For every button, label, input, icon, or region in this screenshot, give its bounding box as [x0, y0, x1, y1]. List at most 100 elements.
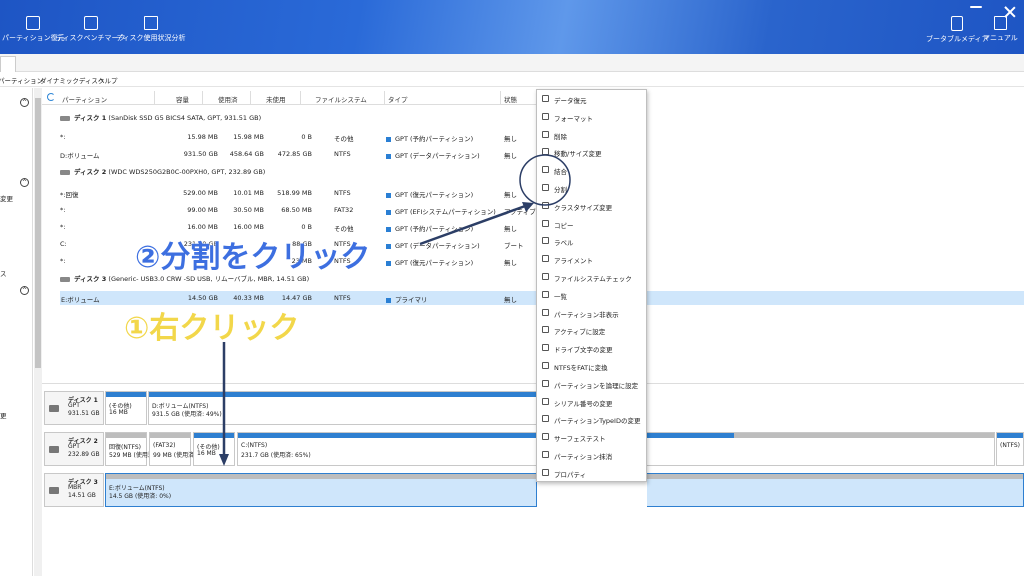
close-button[interactable] — [1004, 14, 1016, 21]
context-menu-label: パーティション抹消 — [554, 453, 613, 461]
disk-map-partition[interactable]: C:(NTFS) 231.7 GB (使用済: 65%) — [237, 432, 537, 466]
disk-map-partition-continued[interactable] — [647, 473, 1024, 507]
column-header[interactable]: 容量 — [176, 94, 189, 104]
align-icon — [542, 255, 549, 263]
minimize-icon — [970, 6, 982, 8]
context-menu-item[interactable]: 結合 — [537, 162, 648, 178]
refresh-icon[interactable] — [47, 93, 55, 101]
context-menu-label: アライメント — [554, 257, 593, 266]
column-header[interactable]: 状態 — [504, 94, 517, 104]
table-row[interactable]: *: 15.98 MB 15.98 MB 0 B その他 GPT (予約パーティ… — [60, 130, 537, 144]
context-menu-label: パーティション非表示 — [554, 310, 619, 319]
partition-type-icon — [386, 192, 391, 198]
context-menu-label: ラベル — [554, 239, 574, 248]
disk-map-partition[interactable]: (その他) 16 MB — [193, 432, 235, 466]
context-menu-item[interactable]: サーフェステスト — [537, 429, 648, 445]
context-menu-label: パーティションTypeIDの変更 — [554, 417, 641, 426]
disk-map-disk[interactable]: ディスク 2 GPT 232.89 GB — [44, 432, 104, 466]
context-menu-item[interactable]: プロパティ — [537, 465, 648, 481]
context-menu-item[interactable]: 移動/サイズ変更 — [537, 144, 648, 160]
context-menu-label: データ復元 — [554, 97, 587, 105]
space-analyzer-button[interactable]: ディスク使用状況分析 — [116, 16, 186, 43]
wipe-icon — [542, 451, 549, 458]
column-header[interactable]: ファイルシステム — [315, 94, 367, 104]
partition-type-icon — [386, 136, 391, 142]
disk-icon — [60, 169, 70, 175]
context-menu-item[interactable]: データ復元 — [537, 91, 648, 107]
column-header[interactable]: 使用済 — [218, 94, 238, 104]
scrollbar-thumb[interactable] — [35, 98, 41, 368]
context-menu-label: クラスタサイズ変更 — [554, 203, 613, 212]
panel-item-label[interactable]: ス — [0, 268, 7, 278]
context-menu-item[interactable]: 分割 — [537, 180, 648, 196]
disk-row[interactable]: ディスク 1 (SanDisk SSD G5 BICS4 SATA, GPT, … — [60, 112, 261, 125]
collapse-icon[interactable]: ^ — [20, 286, 29, 295]
context-menu-item[interactable]: パーティション抹消 — [537, 447, 648, 463]
disk-map-partition[interactable]: 回復(NTFS) 529 MB (使用済: — [105, 432, 156, 466]
disk-icon — [49, 405, 59, 412]
usb-disk-icon — [60, 276, 70, 282]
column-header[interactable]: タイプ — [388, 94, 408, 104]
panel-item-label[interactable]: 変更 — [0, 193, 13, 203]
column-header[interactable]: 未使用 — [266, 94, 286, 104]
collapse-icon[interactable]: ^ — [20, 98, 29, 107]
delete-icon — [542, 130, 549, 138]
disk-map-disk[interactable]: ディスク 3 MBR 14.51 GB — [44, 473, 104, 507]
menu-partition[interactable]: パーティション — [0, 75, 43, 85]
context-menu-item[interactable]: アライメント — [537, 251, 648, 267]
disk-map-partition[interactable]: D:ボリューム(NTFS) 931.5 GB (使用済: 49%) — [148, 391, 537, 425]
context-menu-label: 結合 — [554, 168, 567, 177]
column-header[interactable]: パーティション — [62, 94, 107, 104]
disk-map-partition[interactable]: (NTFS) — [996, 432, 1024, 466]
context-menu-item[interactable]: フォーマット — [537, 109, 648, 125]
step1-annotation: ①右クリック — [124, 311, 300, 346]
context-menu-item[interactable]: 削除 — [537, 127, 648, 143]
disk-row[interactable]: ディスク 2 (WDC WDS250G2B0C-00PXH0, GPT, 232… — [60, 166, 265, 179]
convert-icon — [542, 362, 549, 369]
context-menu-item[interactable]: パーティションTypeIDの変更 — [537, 411, 648, 427]
table-row[interactable]: *: 99.00 MB 30.50 MB 68.50 MB FAT32 GPT … — [60, 203, 543, 217]
context-menu-item[interactable]: アクティブに設定 — [537, 322, 648, 338]
menu-help[interactable]: ヘルプ — [98, 75, 118, 85]
menu-dynamic-disk[interactable]: ダイナミックディスク — [40, 75, 104, 85]
disk-map-partition[interactable]: (FAT32) 99 MB (使用済: — [149, 432, 196, 466]
context-menu-item[interactable]: 一覧 — [537, 287, 648, 303]
table-row-selected-continued[interactable] — [647, 291, 1024, 305]
partition-restore-icon — [26, 16, 41, 30]
context-menu-item[interactable]: ドライブ文字の変更 — [537, 340, 648, 356]
action-panel: ^ ^ 変更 ス ^ 更 — [0, 88, 33, 576]
context-menu-item[interactable]: パーティション非表示 — [537, 305, 648, 321]
disk-map-partition-selected[interactable]: E:ボリューム(NTFS) 14.5 GB (使用済: 0%) — [105, 473, 537, 507]
serial-icon — [542, 397, 549, 405]
vertical-scrollbar[interactable] — [34, 88, 42, 576]
data-recovery-icon — [542, 95, 549, 102]
disk-map-disk[interactable]: ディスク 1 GPT 931.51 GB — [44, 391, 104, 425]
partition-type-icon — [386, 297, 391, 303]
panel-item-label[interactable]: 更 — [0, 410, 7, 420]
context-menu-label: シリアル番号の変更 — [554, 399, 613, 408]
context-menu-item[interactable]: コピー — [537, 216, 648, 232]
active-tab[interactable] — [0, 56, 16, 72]
disk-icon — [60, 115, 70, 121]
drive-letter-icon — [542, 344, 549, 352]
close-icon — [1004, 6, 1016, 18]
partition-type-icon — [386, 226, 391, 232]
collapse-icon[interactable]: ^ — [20, 178, 29, 187]
context-menu-item[interactable]: パーティションを論理に設定 — [537, 376, 648, 392]
context-menu-item[interactable]: シリアル番号の変更 — [537, 394, 648, 410]
context-menu-item[interactable]: クラスタサイズ変更 — [537, 198, 648, 214]
table-row[interactable]: D:ボリューム 931.50 GB 458.64 GB 472.85 GB NT… — [60, 147, 537, 161]
disk-map-partition[interactable]: (その他) 16 MB — [105, 391, 147, 425]
context-menu-label: 分割 — [554, 186, 567, 194]
context-menu-item[interactable]: ファイルシステムチェック — [537, 269, 648, 285]
partition-type-icon — [386, 153, 391, 159]
table-row[interactable]: *:回復 529.00 MB 10.01 MB 518.99 MB NTFS G… — [60, 186, 537, 200]
context-menu-item[interactable]: NTFSをFATに変換 — [537, 358, 648, 374]
copy-icon — [542, 219, 549, 227]
cluster-size-icon — [542, 201, 549, 209]
disk-map-partition-continued[interactable] — [647, 432, 995, 466]
bootable-media-button[interactable]: ブータブルメディア — [926, 16, 989, 44]
merge-icon — [542, 166, 549, 174]
context-menu-label: サーフェステスト — [554, 435, 606, 444]
context-menu-item[interactable]: ラベル — [537, 233, 648, 249]
